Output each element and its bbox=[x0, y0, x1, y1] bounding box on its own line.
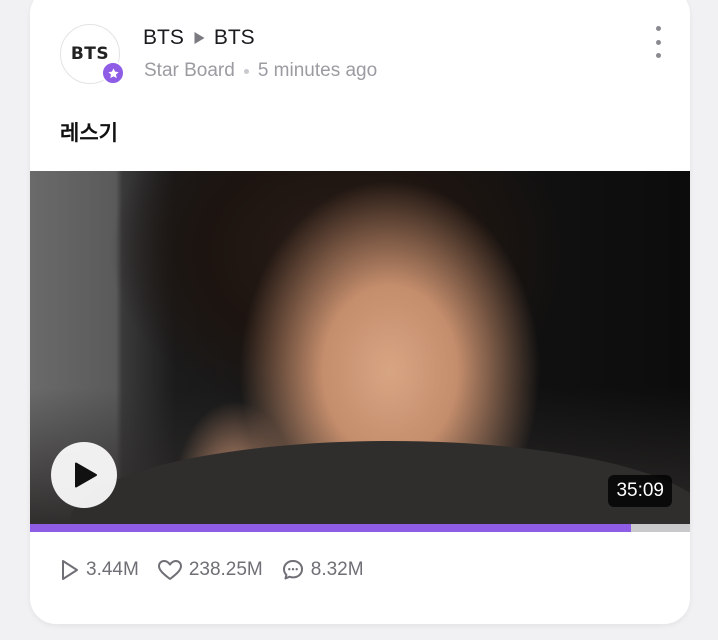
likes-count: 238.25M bbox=[188, 559, 263, 580]
author-line: BTS BTS bbox=[143, 26, 255, 50]
video-progress-fill bbox=[30, 524, 631, 532]
post-meta: Star Board 5 minutes ago bbox=[144, 60, 377, 82]
play-icon bbox=[75, 462, 97, 488]
plays-stat: 3.44M bbox=[60, 559, 139, 581]
target-name[interactable]: BTS bbox=[214, 26, 255, 50]
play-outline-icon bbox=[62, 560, 78, 580]
star-icon bbox=[101, 61, 125, 85]
meta-separator bbox=[243, 68, 249, 74]
more-vertical-icon[interactable] bbox=[648, 26, 668, 58]
duration-badge: 35:09 bbox=[608, 475, 672, 507]
post-time: 5 minutes ago bbox=[257, 60, 378, 81]
video-player[interactable]: 35:09 bbox=[30, 171, 690, 532]
author-name[interactable]: BTS bbox=[143, 26, 184, 50]
comments-count: 8.32M bbox=[310, 559, 364, 580]
likes-stat[interactable]: 238.25M bbox=[157, 559, 263, 581]
plays-count: 3.44M bbox=[86, 559, 139, 580]
arrow-right-icon bbox=[194, 32, 205, 44]
post-card: BTS BTS BTS Star Board 5 minutes ago 레스기… bbox=[30, 0, 690, 624]
comment-outline-icon bbox=[282, 560, 303, 580]
post-stats: 3.44M 238.25M 8.32M bbox=[60, 558, 382, 582]
comments-stat[interactable]: 8.32M bbox=[281, 558, 364, 582]
avatar-text: BTS bbox=[70, 44, 110, 64]
play-button[interactable] bbox=[51, 442, 117, 508]
heart-outline-icon bbox=[157, 560, 182, 580]
video-progress-bar[interactable] bbox=[30, 524, 690, 532]
post-text: 레스기 bbox=[60, 121, 118, 145]
board-name[interactable]: Star Board bbox=[144, 60, 235, 82]
